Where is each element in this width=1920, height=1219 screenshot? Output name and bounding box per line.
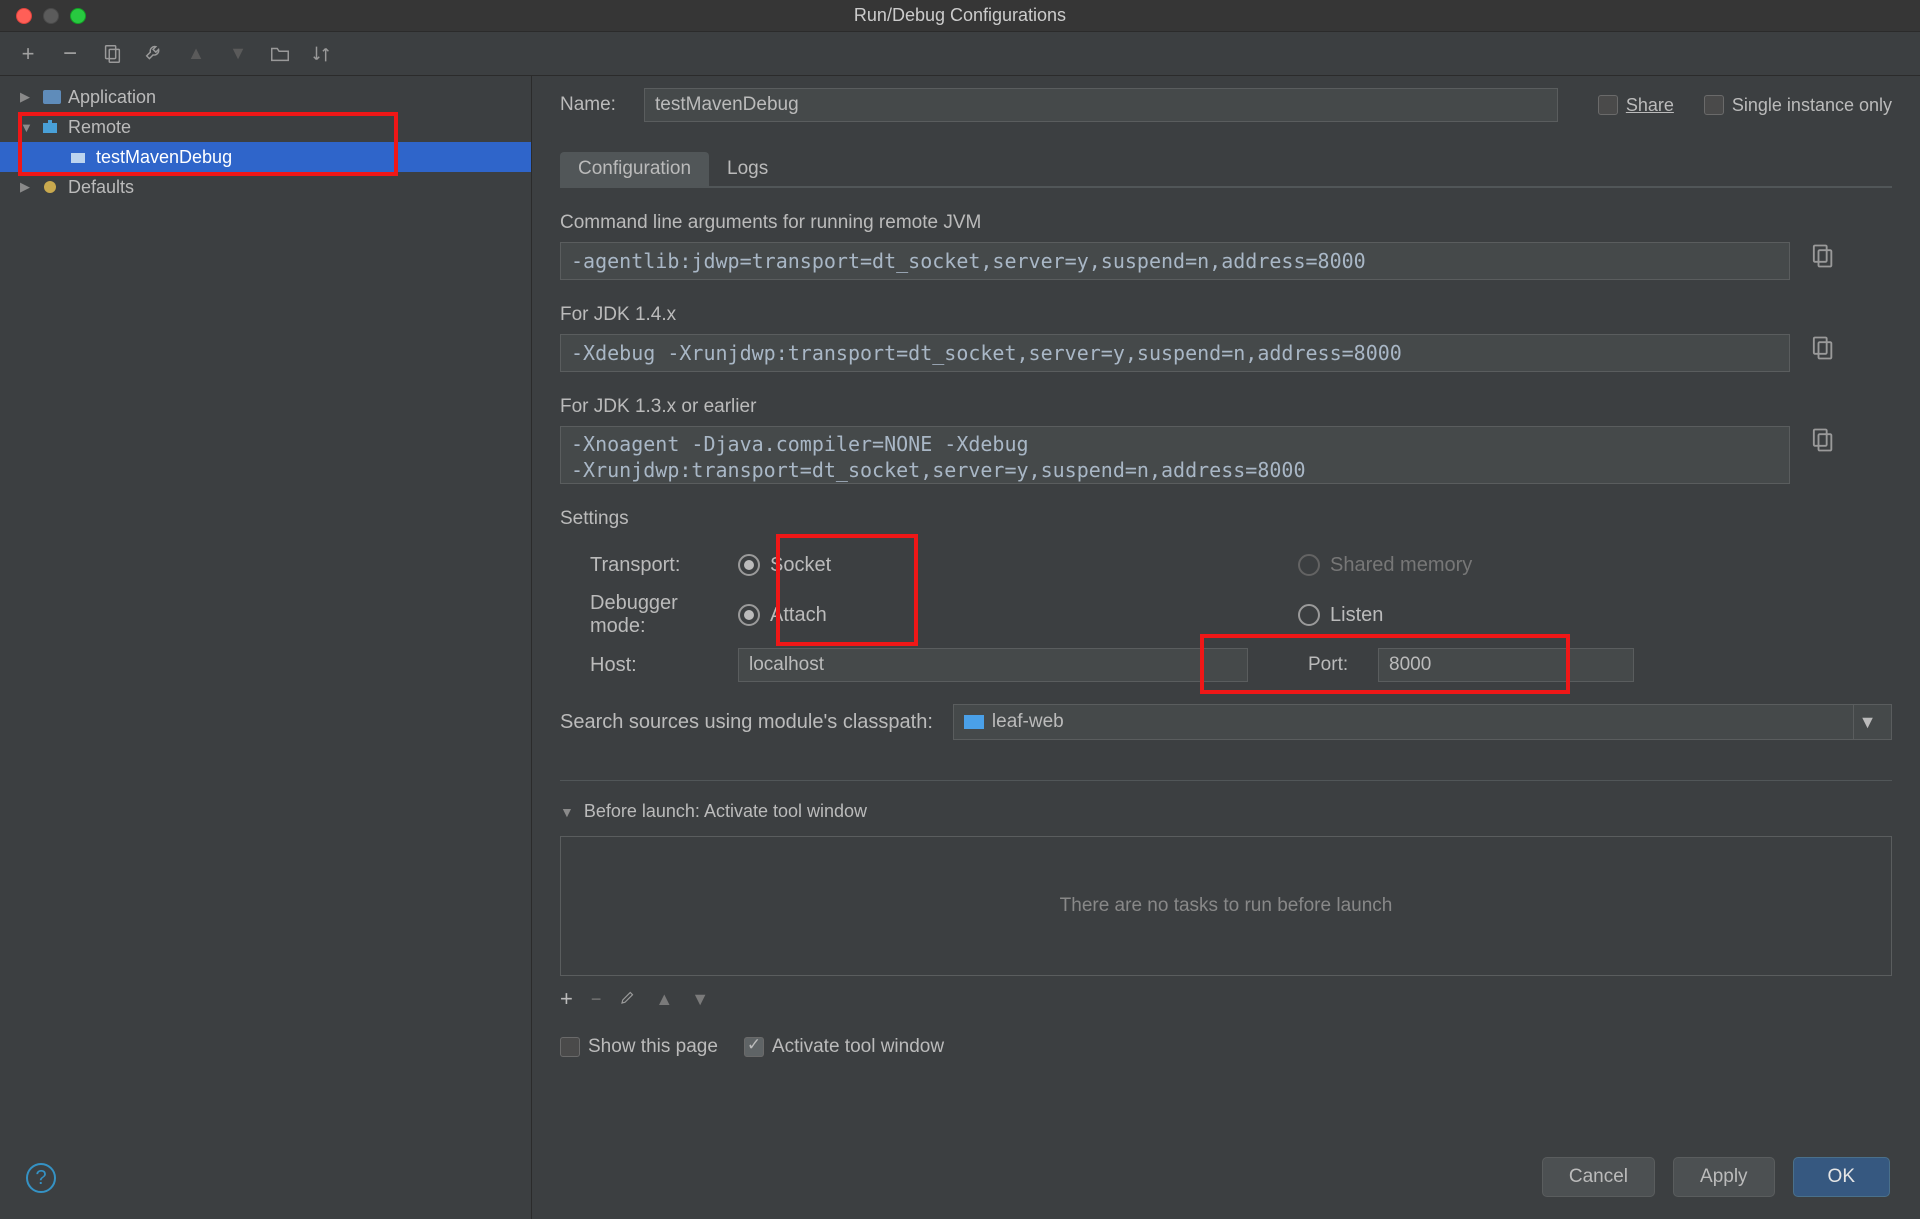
checkbox-icon xyxy=(560,1037,580,1057)
copy-config-button[interactable] xyxy=(98,40,126,68)
checkbox-icon xyxy=(1598,95,1618,115)
show-page-label: Show this page xyxy=(588,1036,718,1058)
tab-bar: Configuration Logs xyxy=(560,152,1892,188)
single-instance-label: Single instance only xyxy=(1732,95,1892,116)
help-button[interactable]: ? xyxy=(26,1163,56,1193)
chevron-right-icon: ▶ xyxy=(20,179,36,195)
remove-task-icon: − xyxy=(591,989,602,1010)
single-instance-checkbox[interactable]: Single instance only xyxy=(1704,95,1892,116)
chevron-right-icon: ▶ xyxy=(20,89,36,105)
remote-icon xyxy=(42,119,62,135)
before-launch-header[interactable]: ▼ Before launch: Activate tool window xyxy=(560,801,1892,822)
radio-label: Socket xyxy=(770,554,831,577)
config-panel: Name: Share Single instance only Configu… xyxy=(532,76,1920,1219)
config-toolbar: + − ▲ ▼ xyxy=(0,32,1920,76)
copy-jdk13-button[interactable] xyxy=(1808,426,1836,454)
share-label: Share xyxy=(1626,95,1674,116)
remove-config-button[interactable]: − xyxy=(56,40,84,68)
defaults-icon xyxy=(42,179,62,195)
host-input[interactable] xyxy=(738,648,1248,682)
move-down-icon: ▼ xyxy=(691,989,709,1010)
copy-cmdline-button[interactable] xyxy=(1808,242,1836,270)
radio-on-icon xyxy=(738,554,760,576)
before-launch-tasks: There are no tasks to run before launch xyxy=(560,836,1892,976)
cmdline-caption: Command line arguments for running remot… xyxy=(560,212,1892,234)
mode-attach-radio[interactable]: Attach xyxy=(738,604,827,627)
divider xyxy=(560,780,1892,781)
move-up-icon: ▲ xyxy=(182,40,210,68)
jdk14-caption: For JDK 1.4.x xyxy=(560,304,1892,326)
classpath-value: leaf-web xyxy=(992,711,1064,733)
radio-off-icon xyxy=(1298,604,1320,626)
mode-label: Debugger mode: xyxy=(560,592,738,638)
tree-item-remote[interactable]: ▼ Remote xyxy=(0,112,531,142)
classpath-combo[interactable]: leaf-web ▼ xyxy=(953,704,1892,740)
show-page-checkbox[interactable]: Show this page xyxy=(560,1036,718,1058)
config-tree: ▶ Application ▼ Remote testMavenDebug ▶ … xyxy=(0,76,532,1219)
name-label: Name: xyxy=(560,94,644,116)
radio-label: Shared memory xyxy=(1330,554,1472,577)
chevron-down-icon: ▼ xyxy=(560,804,574,820)
mode-listen-radio[interactable]: Listen xyxy=(1298,604,1383,627)
tab-configuration[interactable]: Configuration xyxy=(560,152,709,186)
checkbox-on-icon xyxy=(744,1037,764,1057)
tree-item-label: Application xyxy=(68,87,156,108)
edit-task-icon xyxy=(619,988,637,1011)
radio-on-icon xyxy=(738,604,760,626)
tree-item-defaults[interactable]: ▶ Defaults xyxy=(0,172,531,202)
share-checkbox[interactable]: Share xyxy=(1598,95,1674,116)
settings-header: Settings xyxy=(560,508,1892,530)
dialog-buttons: Cancel Apply OK xyxy=(1542,1157,1890,1197)
tree-item-testmavendebug[interactable]: testMavenDebug xyxy=(0,142,531,172)
add-config-button[interactable]: + xyxy=(14,40,42,68)
module-icon xyxy=(964,715,984,729)
before-launch-label: Before launch: Activate tool window xyxy=(584,801,867,822)
window-title: Run/Debug Configurations xyxy=(0,5,1920,26)
activate-tool-label: Activate tool window xyxy=(772,1036,944,1058)
jdk14-value[interactable]: -Xdebug -Xrunjdwp:transport=dt_socket,se… xyxy=(560,334,1790,372)
tree-item-label: Defaults xyxy=(68,177,134,198)
transport-socket-radio[interactable]: Socket xyxy=(738,554,831,577)
transport-shared-radio: Shared memory xyxy=(1298,554,1472,577)
no-tasks-label: There are no tasks to run before launch xyxy=(1060,895,1393,917)
copy-jdk14-button[interactable] xyxy=(1808,334,1836,362)
port-input[interactable] xyxy=(1378,648,1634,682)
cmdline-value[interactable]: -agentlib:jdwp=transport=dt_socket,serve… xyxy=(560,242,1790,280)
remote-config-icon xyxy=(70,149,90,165)
move-up-icon: ▲ xyxy=(655,989,673,1010)
chevron-down-icon: ▼ xyxy=(20,120,36,135)
jdk13-line1: -Xnoagent -Djava.compiler=NONE -Xdebug xyxy=(571,431,1779,457)
ok-button[interactable]: OK xyxy=(1793,1157,1890,1197)
radio-label: Attach xyxy=(770,604,827,627)
jdk13-line2: -Xrunjdwp:transport=dt_socket,server=y,s… xyxy=(571,457,1779,483)
edit-defaults-button[interactable] xyxy=(140,40,168,68)
radio-off-icon xyxy=(1298,554,1320,576)
task-toolbar: + − ▲ ▼ xyxy=(560,986,1892,1012)
jdk13-value[interactable]: -Xnoagent -Djava.compiler=NONE -Xdebug -… xyxy=(560,426,1790,484)
tree-item-label: Remote xyxy=(68,117,131,138)
port-label: Port: xyxy=(1308,654,1378,676)
application-icon xyxy=(42,89,62,105)
chevron-down-icon: ▼ xyxy=(1853,705,1881,739)
classpath-label: Search sources using module's classpath: xyxy=(560,711,933,734)
add-task-button[interactable]: + xyxy=(560,986,573,1012)
sort-button xyxy=(308,40,336,68)
title-bar: Run/Debug Configurations xyxy=(0,0,1920,32)
move-down-icon: ▼ xyxy=(224,40,252,68)
tree-item-application[interactable]: ▶ Application xyxy=(0,82,531,112)
radio-label: Listen xyxy=(1330,604,1383,627)
tab-logs[interactable]: Logs xyxy=(709,152,786,186)
checkbox-icon xyxy=(1704,95,1724,115)
cancel-button[interactable]: Cancel xyxy=(1542,1157,1655,1197)
tree-item-label: testMavenDebug xyxy=(96,147,232,168)
transport-label: Transport: xyxy=(560,554,738,577)
activate-tool-checkbox[interactable]: Activate tool window xyxy=(744,1036,944,1058)
apply-button[interactable]: Apply xyxy=(1673,1157,1775,1197)
jdk13-caption: For JDK 1.3.x or earlier xyxy=(560,396,1892,418)
host-label: Host: xyxy=(560,654,738,677)
folder-button[interactable] xyxy=(266,40,294,68)
name-input[interactable] xyxy=(644,88,1558,122)
